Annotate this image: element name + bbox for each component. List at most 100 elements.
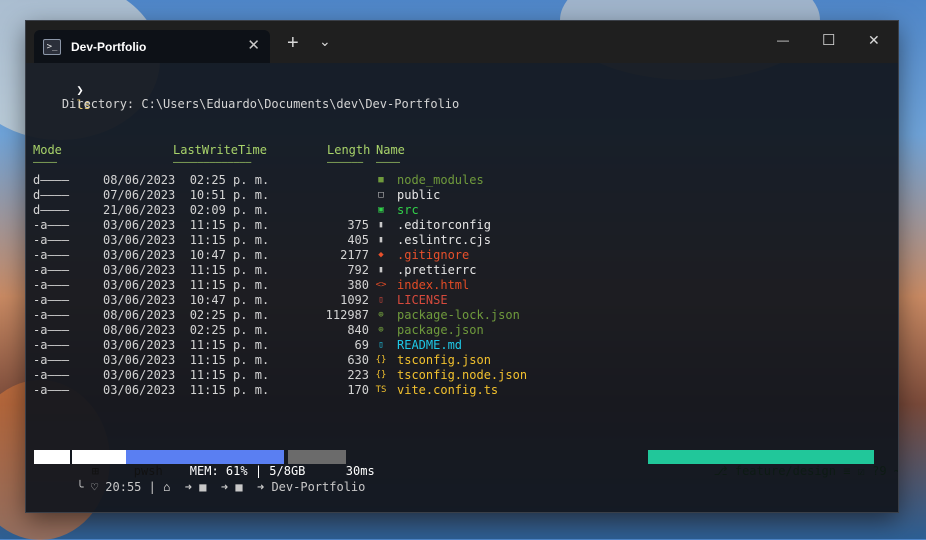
file-lastwritetime: 03/06/2023 11:15 p. m. — [103, 368, 270, 382]
file-mode: -a——— — [33, 383, 70, 397]
file-mode: d———— — [33, 173, 70, 187]
exec-time-segment: 30ms — [288, 450, 375, 478]
file-type-icon: ▣ — [378, 205, 384, 215]
new-tab-button[interactable]: + — [287, 32, 299, 55]
file-mode: -a——— — [33, 218, 70, 232]
file-type-icon: {} — [375, 355, 387, 365]
file-type-icon: TS — [375, 385, 387, 395]
file-length: 112987 — [325, 308, 369, 322]
file-mode: d———— — [33, 188, 70, 202]
file-lastwritetime: 21/06/2023 02:09 p. m. — [103, 203, 270, 217]
file-name: .prettierrc — [397, 263, 477, 277]
file-type-icon: {} — [375, 370, 387, 380]
tab-dev-portfolio[interactable]: >_ Dev-Portfolio ✕ — [34, 30, 270, 63]
underline-length: —————— — [327, 157, 364, 168]
directory-line: Directory: C:\Users\Eduardo\Documents\de… — [33, 97, 460, 111]
file-length: 380 — [347, 278, 369, 292]
file-name: public — [397, 188, 441, 202]
file-mode: d———— — [33, 203, 70, 217]
file-name: tsconfig.node.json — [397, 368, 528, 382]
file-name: .editorconfig — [397, 218, 491, 232]
file-lastwritetime: 03/06/2023 11:15 p. m. — [103, 263, 270, 277]
git-segment: ⎇ feature/design ≡ ☑ ?9 ~8 — [648, 450, 898, 478]
prompt-path: ♡ 20:55 | ⌂ ➜ ■ ➜ ■ ➜ Dev-Portfolio — [90, 480, 366, 494]
underline-lastwritetime: ————————————— — [173, 157, 252, 168]
tab-close-button[interactable]: ✕ — [247, 38, 260, 53]
file-name: LICENSE — [397, 293, 448, 307]
file-mode: -a——— — [33, 308, 70, 322]
file-type-icon: <> — [375, 280, 387, 290]
file-length: 405 — [347, 233, 369, 247]
file-type-icon: ◆ — [378, 250, 384, 260]
git-status-text: feature/design ≡ ☑ ?9 ~8 — [734, 464, 898, 478]
file-type-icon: ⊕ — [378, 310, 384, 320]
file-lastwritetime: 03/06/2023 11:15 p. m. — [103, 278, 270, 292]
file-name: src — [397, 203, 419, 217]
file-mode: -a——— — [33, 353, 70, 367]
file-name: package.json — [397, 323, 484, 337]
tab-dropdown-button[interactable]: ⌄ — [319, 33, 331, 50]
file-name: package-lock.json — [397, 308, 520, 322]
file-mode: -a——— — [33, 278, 70, 292]
file-name: node_modules — [397, 173, 484, 187]
file-type-icon: ▮ — [378, 235, 384, 245]
shell-segment: pwsh — [70, 450, 163, 478]
file-type-icon: ▮ — [378, 265, 384, 275]
file-length: 2177 — [340, 248, 369, 262]
file-lastwritetime: 03/06/2023 11:15 p. m. — [103, 383, 270, 397]
file-mode: -a——— — [33, 293, 70, 307]
file-name: index.html — [397, 278, 470, 292]
maximize-button[interactable]: ☐ — [822, 31, 835, 49]
file-name: README.md — [397, 338, 463, 352]
file-type-icon: □ — [378, 190, 384, 200]
file-mode: -a——— — [33, 323, 70, 337]
file-type-icon: ▮ — [378, 220, 384, 230]
underline-mode: ———— — [33, 157, 58, 168]
mem-segment: MEM: 61% | 5/8GB — [126, 450, 305, 478]
file-mode: -a——— — [33, 338, 70, 352]
file-lastwritetime: 03/06/2023 11:15 p. m. — [103, 233, 270, 247]
file-length: 1092 — [340, 293, 369, 307]
file-length: 630 — [347, 353, 369, 367]
close-button[interactable]: ✕ — [868, 32, 880, 49]
file-mode: -a——— — [33, 368, 70, 382]
title-bar: >_ Dev-Portfolio ✕ + ⌄ — ☐ ✕ — [26, 21, 898, 63]
file-lastwritetime: 08/06/2023 02:25 p. m. — [103, 173, 270, 187]
file-type-icon: ■ — [378, 175, 384, 185]
file-lastwritetime: 07/06/2023 10:51 p. m. — [103, 188, 270, 202]
file-name: .eslintrc.cjs — [397, 233, 491, 247]
file-lastwritetime: 08/06/2023 02:25 p. m. — [103, 323, 270, 337]
powershell-icon: >_ — [43, 38, 61, 55]
git-branch-icon: ⎇ — [713, 464, 735, 478]
file-lastwritetime: 03/06/2023 11:15 p. m. — [103, 353, 270, 367]
file-type-icon: ▯ — [378, 340, 384, 350]
file-lastwritetime: 03/06/2023 11:15 p. m. — [103, 218, 270, 232]
file-type-icon: ⊕ — [378, 325, 384, 335]
file-mode: -a——— — [33, 263, 70, 277]
file-length: 792 — [347, 263, 369, 277]
file-name: .gitignore — [397, 248, 470, 262]
prompt-status-bar: ⊞ pwsh MEM: 61% | 5/8GB 30ms ⎇ feature/d… — [34, 450, 898, 478]
prompt-time-line: ╰ ♡ 20:55 | ⌂ ➜ ■ ➜ ■ ➜ Dev-Portfolio — [33, 465, 365, 494]
file-lastwritetime: 03/06/2023 10:47 p. m. — [103, 293, 270, 307]
file-mode: -a——— — [33, 248, 70, 262]
file-lastwritetime: 08/06/2023 02:25 p. m. — [103, 308, 270, 322]
terminal-output[interactable]: ❯ ls Directory: C:\Users\Eduardo\Documen… — [26, 63, 898, 512]
file-lastwritetime: 03/06/2023 10:47 p. m. — [103, 248, 270, 262]
file-length: 69 — [354, 338, 369, 352]
file-length: 375 — [347, 218, 369, 232]
command-line: ❯ ls — [33, 68, 90, 112]
file-type-icon: ▯ — [378, 295, 384, 305]
file-lastwritetime: 03/06/2023 11:15 p. m. — [103, 338, 270, 352]
prompt-chevron-icon: ❯ — [76, 83, 84, 97]
file-name: vite.config.ts — [397, 383, 499, 397]
minimize-button[interactable]: — — [777, 33, 789, 47]
tab-title: Dev-Portfolio — [71, 39, 147, 54]
prompt-corner: ╰ — [76, 480, 84, 494]
file-length: 170 — [347, 383, 369, 397]
os-segment: ⊞ — [34, 450, 99, 478]
file-length: 840 — [347, 323, 369, 337]
file-mode: -a——— — [33, 233, 70, 247]
underline-name: ———— — [376, 157, 401, 168]
terminal-window: >_ Dev-Portfolio ✕ + ⌄ — ☐ ✕ ❯ ls Direct… — [26, 21, 898, 512]
